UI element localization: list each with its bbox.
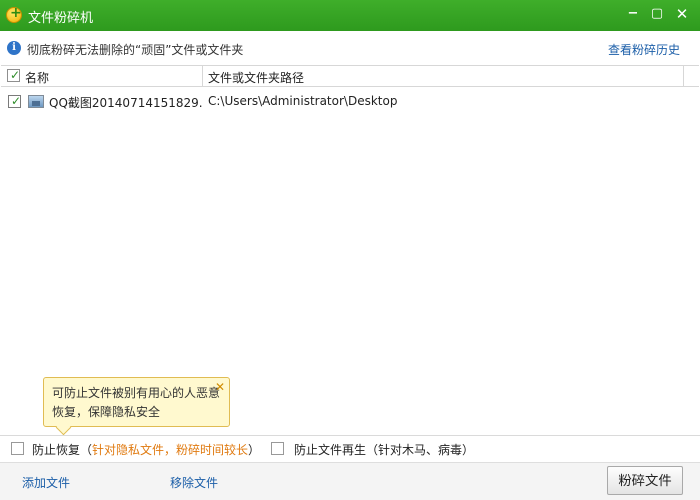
column-divider[interactable] [683, 66, 684, 86]
select-all-checkbox[interactable]: ✓ [7, 68, 21, 82]
info-icon: i [7, 41, 21, 55]
view-history-link[interactable]: 查看粉碎历史 [608, 41, 680, 58]
file-path: C:\Users\Administrator\Desktop [208, 94, 398, 108]
shred-button[interactable]: 粉碎文件 [607, 466, 683, 495]
tooltip-close-icon[interactable]: ✕ [215, 378, 225, 397]
info-bar: i 彻底粉碎无法删除的“顽固”文件或文件夹 查看粉碎历史 [0, 31, 700, 64]
maximize-button[interactable]: ▢ [647, 4, 667, 24]
prevent-recovery-text: 防止恢复（ [32, 443, 93, 457]
prevent-recovery-label[interactable]: 防止恢复（针对隐私文件，粉碎时间较长） [32, 441, 260, 458]
options-bar: 防止恢复（针对隐私文件，粉碎时间较长） 防止文件再生（针对木马、病毒） [0, 435, 700, 462]
add-file-link[interactable]: 添加文件 [22, 474, 70, 491]
table-row[interactable]: ✓ QQ截图20140714151829.... C:\Users\Admini… [1, 90, 699, 112]
prevent-recovery-checkbox[interactable] [11, 442, 24, 455]
checkmark-icon: ✓ [11, 94, 22, 108]
tooltip-text-line1: 可防止文件被别有用心的人恶意 [52, 386, 221, 400]
window-title: 文件粉碎机 [28, 11, 94, 26]
checkmark-icon: ✓ [10, 68, 21, 82]
info-text: 彻底粉碎无法删除的“顽固”文件或文件夹 [27, 43, 244, 57]
row-checkbox[interactable]: ✓ [8, 94, 22, 108]
column-divider[interactable] [202, 66, 203, 86]
prevent-regen-label[interactable]: 防止文件再生（针对木马、病毒） [294, 441, 474, 458]
close-button[interactable]: ✕ [672, 4, 692, 24]
prevent-recovery-suffix: ） [248, 443, 261, 457]
minimize-button[interactable]: − [623, 4, 643, 24]
tooltip: 可防止文件被别有用心的人恶意 恢复，保障隐私安全 ✕ [43, 377, 230, 427]
column-path[interactable]: 文件或文件夹路径 [208, 69, 304, 86]
file-name: QQ截图20140714151829.... [49, 96, 203, 110]
title-bar: 文件粉碎机 − ▢ ✕ [0, 0, 700, 31]
remove-file-link[interactable]: 移除文件 [170, 474, 218, 491]
app-logo-icon [6, 5, 22, 23]
list-header: ✓ 名称 文件或文件夹路径 [1, 65, 699, 87]
image-file-icon [28, 95, 44, 108]
bottom-bar: 添加文件 移除文件 粉碎文件 [0, 462, 700, 500]
tooltip-text-line2: 恢复，保障隐私安全 [52, 405, 161, 419]
prevent-recovery-note: 针对隐私文件，粉碎时间较长 [92, 443, 249, 457]
column-name[interactable]: 名称 [25, 69, 49, 86]
prevent-regen-checkbox[interactable] [271, 442, 284, 455]
